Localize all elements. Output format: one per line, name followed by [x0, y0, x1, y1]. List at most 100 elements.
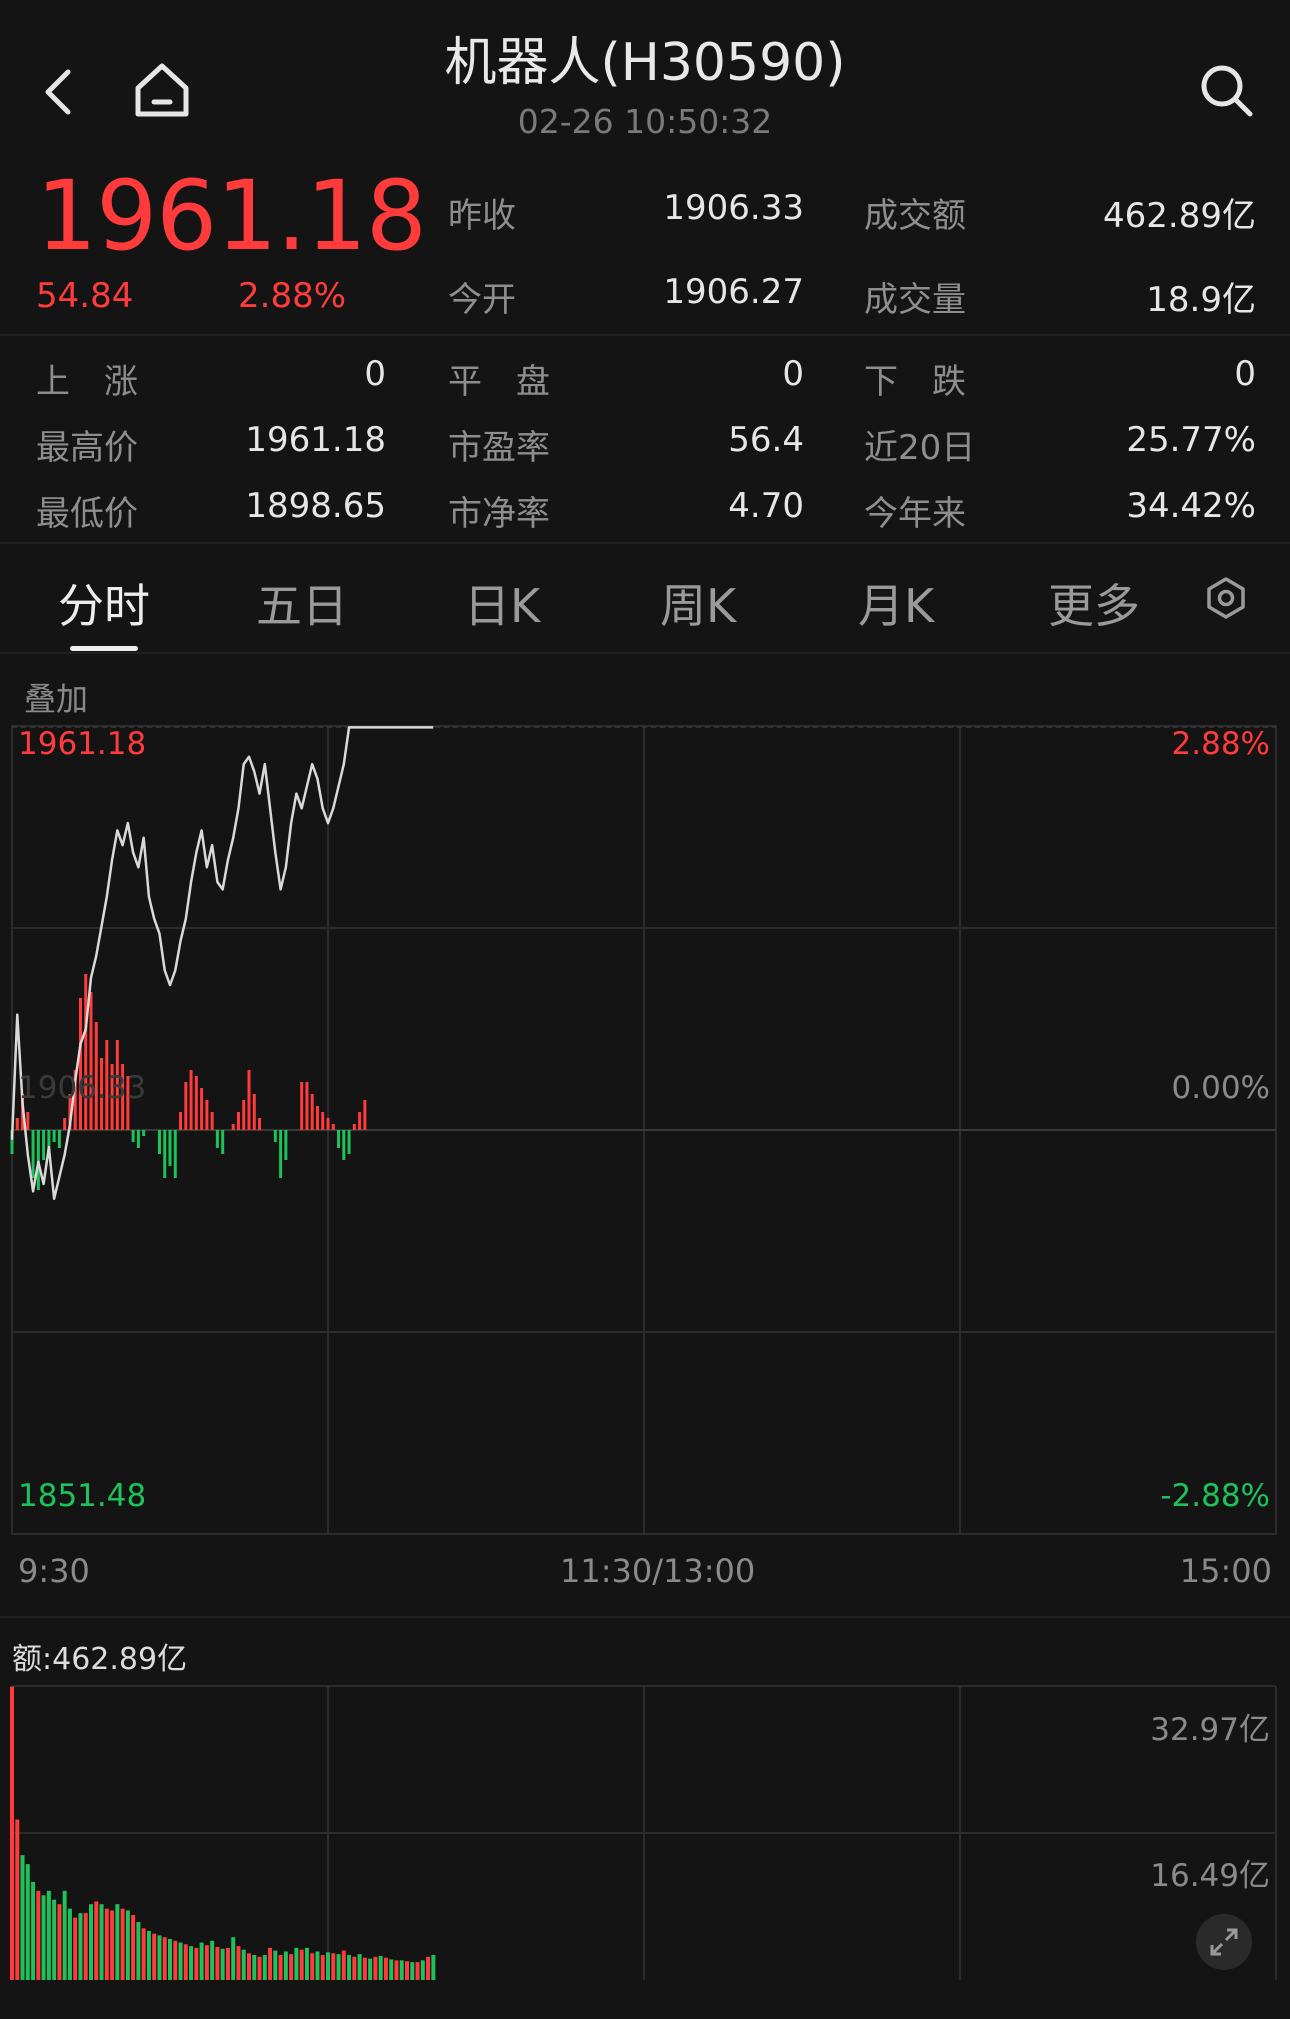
histogram-bar [179, 1112, 183, 1130]
quote-label: 市盈率 [448, 428, 550, 468]
volume-bar [278, 1955, 283, 1980]
volume-bar [262, 1955, 267, 1980]
histogram-bar [163, 1130, 167, 1178]
volume-bar [141, 1928, 146, 1980]
settings-icon[interactable] [1204, 576, 1248, 620]
histogram-bar [31, 1130, 35, 1178]
quote-value: 1898.65 [245, 486, 386, 526]
volume-bar [15, 1819, 20, 1980]
volume-bar [162, 1937, 167, 1980]
histogram-bar [173, 1130, 177, 1178]
quote-label: 最高价 [36, 428, 138, 468]
volume-bar [352, 1956, 357, 1980]
volume-bar [426, 1956, 431, 1980]
intraday-chart[interactable] [0, 720, 1290, 1540]
volume-bar [194, 1947, 199, 1980]
volume-chart[interactable] [0, 1680, 1290, 1980]
volume-bar [283, 1951, 288, 1980]
volume-bar [173, 1940, 178, 1980]
histogram-bar [200, 1088, 204, 1130]
volume-bar [252, 1955, 257, 1980]
volume-grid [11, 1685, 1277, 1980]
tab-five-day[interactable]: 五日 [256, 570, 348, 636]
histogram-bar [205, 1100, 209, 1130]
histogram-bar [78, 998, 82, 1130]
divider [0, 652, 1290, 654]
volume-bar [210, 1940, 215, 1980]
volume-bar [83, 1913, 88, 1980]
y-label-left-bottom: 1851.48 [18, 1478, 147, 1514]
volume-bar [247, 1953, 251, 1980]
quote-label: 成交额 [864, 196, 966, 236]
volume-bar [257, 1956, 262, 1980]
histogram-bar [310, 1094, 314, 1130]
tab-intraday[interactable]: 分时 [58, 570, 150, 636]
volume-bar [394, 1960, 399, 1980]
volume-bar [415, 1962, 420, 1980]
volume-bar [389, 1959, 394, 1980]
histogram-bar [136, 1130, 140, 1148]
histogram-bar [337, 1130, 341, 1148]
x-label-open: 9:30 [18, 1552, 90, 1590]
volume-bar [383, 1957, 388, 1980]
histogram-bar [89, 992, 93, 1130]
volume-bar [46, 1890, 51, 1980]
volume-bar [368, 1958, 373, 1980]
volume-label-top: 32.97亿 [1150, 1712, 1270, 1748]
volume-bar [431, 1955, 436, 1980]
overlay-button[interactable]: 叠加 [24, 674, 88, 720]
quote-label: 上 涨 [36, 362, 138, 402]
x-label-close: 15:00 [1179, 1552, 1272, 1590]
volume-bar [89, 1904, 93, 1980]
tab-monthly-k[interactable]: 月K [858, 570, 934, 636]
histogram-bar [331, 1124, 335, 1130]
quote-label: 今年来 [864, 494, 966, 534]
tab-daily-k[interactable]: 日K [464, 570, 540, 636]
histogram-bar [236, 1112, 240, 1130]
volume-bar [410, 1962, 415, 1980]
quote-label: 成交量 [864, 280, 966, 320]
volume-bar [157, 1935, 162, 1980]
histogram-bar [242, 1100, 246, 1130]
histogram-bar [215, 1130, 219, 1148]
histogram-bar [231, 1124, 235, 1130]
volume-bar [189, 1946, 194, 1980]
quote-value: 0 [782, 354, 804, 394]
y-label-right-top: 2.88% [1171, 726, 1270, 762]
histogram-bar [358, 1112, 362, 1130]
histogram-bar [279, 1130, 283, 1178]
quote-value: 34.42% [1126, 486, 1256, 526]
volume-bar [78, 1913, 83, 1980]
volume-bar [304, 1947, 309, 1980]
quote-value: 1961.18 [245, 420, 386, 460]
y-label-right-bottom: -2.88% [1160, 1478, 1270, 1514]
volume-bar [362, 1957, 367, 1980]
volume-bar [310, 1953, 315, 1980]
volume-bar [57, 1904, 62, 1980]
volume-bar [183, 1944, 188, 1980]
volume-bar [399, 1960, 404, 1980]
histogram-bar [221, 1130, 225, 1154]
expand-icon[interactable] [1196, 1914, 1252, 1970]
volume-bar [225, 1947, 230, 1980]
volume-bar [94, 1901, 99, 1980]
price-change-pct: 2.88% [238, 276, 347, 316]
histogram-bar [168, 1130, 172, 1166]
search-icon[interactable] [1196, 60, 1256, 120]
tab-weekly-k[interactable]: 周K [660, 570, 736, 636]
tab-more[interactable]: 更多 [1048, 570, 1140, 636]
histogram-bar [142, 1130, 146, 1136]
quote-timestamp: 02-26 10:50:32 [517, 102, 773, 141]
volume-bar [36, 1890, 41, 1980]
histogram-bar [305, 1082, 309, 1130]
volume-bar [268, 1947, 273, 1980]
y-label-left-mid: 1906.33 [18, 1070, 147, 1106]
volume-bar [152, 1933, 157, 1980]
histogram-bar [15, 1118, 19, 1130]
histogram-bar [26, 1112, 30, 1130]
page-title: 机器人(H30590) [444, 33, 846, 93]
volume-bar [104, 1908, 109, 1980]
histogram-bar [131, 1130, 135, 1142]
histogram-bar [247, 1070, 251, 1130]
quote-label: 平 盘 [448, 362, 550, 402]
